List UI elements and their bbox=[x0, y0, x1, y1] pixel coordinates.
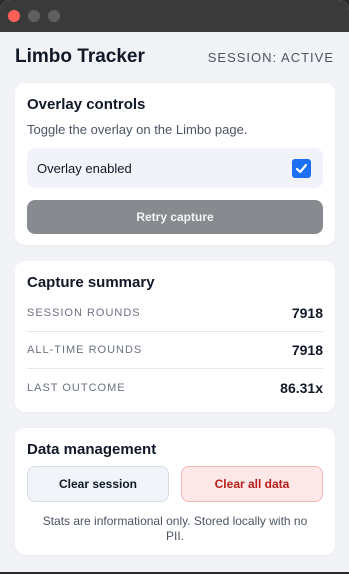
stat-value: 7918 bbox=[291, 342, 323, 358]
overlay-toggle-label: Overlay enabled bbox=[37, 160, 132, 176]
retry-capture-button[interactable]: Retry capture bbox=[27, 200, 323, 234]
stat-row-last-outcome: LAST OUTCOME 86.31x bbox=[27, 369, 323, 406]
session-status-badge: SESSION: ACTIVE bbox=[207, 49, 334, 65]
app-header: Limbo Tracker SESSION: ACTIVE bbox=[0, 32, 349, 82]
stat-value: 86.31x bbox=[280, 379, 323, 396]
overlay-toggle-row[interactable]: Overlay enabled bbox=[27, 148, 323, 188]
overlay-enabled-checkbox[interactable] bbox=[292, 158, 311, 178]
window-maximize-button[interactable] bbox=[48, 10, 60, 22]
overlay-controls-description: Toggle the overlay on the Limbo page. bbox=[27, 122, 248, 137]
clear-session-button[interactable]: Clear session bbox=[27, 466, 169, 502]
privacy-footnote: Stats are informational only. Stored loc… bbox=[42, 514, 308, 543]
window-titlebar bbox=[0, 0, 349, 32]
window-minimize-button[interactable] bbox=[28, 10, 40, 22]
stat-label: LAST OUTCOME bbox=[27, 381, 126, 394]
overlay-controls-title: Overlay controls bbox=[27, 96, 146, 113]
data-management-actions: Clear session Clear all data bbox=[27, 466, 323, 502]
stat-label: SESSION ROUNDS bbox=[27, 307, 141, 319]
checkmark-icon bbox=[295, 163, 308, 173]
app-title: Limbo Tracker bbox=[15, 46, 145, 67]
stat-row-all-time-rounds: ALL-TIME ROUNDS 7918 bbox=[27, 332, 323, 369]
stat-label: ALL-TIME ROUNDS bbox=[27, 344, 143, 356]
stat-value: 7918 bbox=[291, 305, 323, 321]
clear-all-data-button[interactable]: Clear all data bbox=[181, 466, 323, 502]
data-management-title: Data management bbox=[27, 441, 157, 458]
window-close-button[interactable] bbox=[8, 10, 20, 22]
capture-summary-card: Capture summary SESSION ROUNDS 7918 ALL-… bbox=[15, 261, 335, 412]
data-management-card: Data management Clear session Clear all … bbox=[15, 428, 335, 555]
stat-row-session-rounds: SESSION ROUNDS 7918 bbox=[27, 295, 323, 332]
extension-window: Limbo Tracker SESSION: ACTIVE Overlay co… bbox=[0, 0, 349, 572]
overlay-controls-card: Overlay controls Toggle the overlay on t… bbox=[15, 83, 335, 245]
capture-summary-title: Capture summary bbox=[27, 274, 155, 291]
